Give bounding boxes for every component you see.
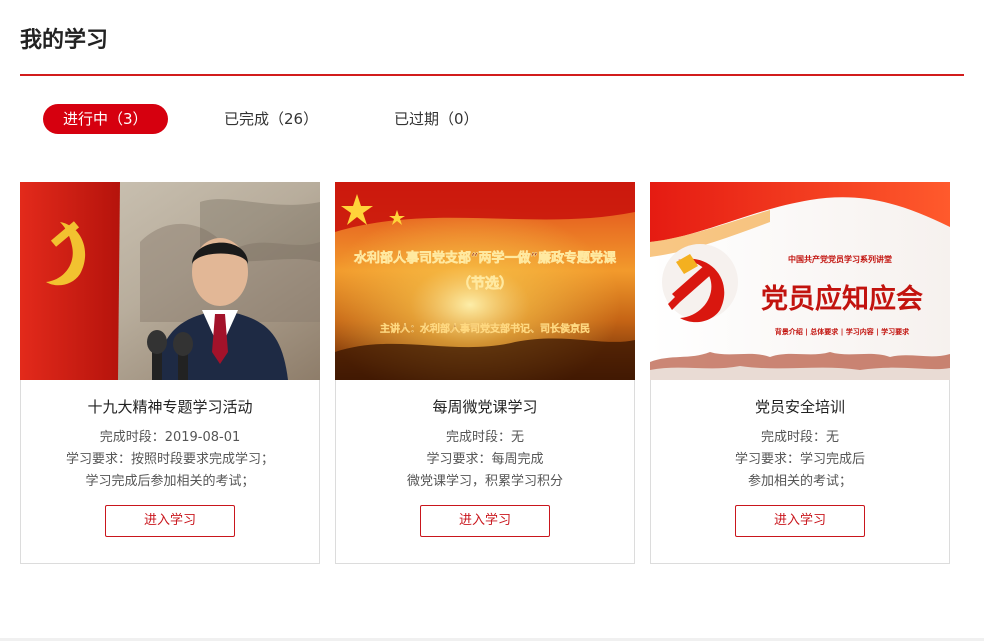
banner-subtitle-text: （节选） [457,275,513,292]
enter-study-button[interactable]: 进入学习 [420,505,550,537]
banner-title-text: 水利部人事司党支部“两学一做”廉政专题党课 [354,250,617,266]
banner-headline-text: 党员应知应会 [761,283,923,315]
enter-study-button[interactable]: 进入学习 [735,505,865,537]
course-info: 完成时段：无 学习要求：学习完成后 参加相关的考试； [661,427,939,493]
course-requirement: 学习要求：学习完成后 [734,452,865,467]
course-info: 完成时段：无 学习要求：每周完成 微党课学习，积累学习积分 [346,427,624,493]
enter-study-button[interactable]: 进入学习 [105,505,235,537]
course-thumbnail-image[interactable]: 中国共产党党员学习系列讲堂 党员应知应会 背景介绍 | 总体要求 | 学习内容 … [650,182,950,380]
course-requirement: 学习要求：每周完成 [426,452,544,467]
course-title: 十九大精神专题学习活动 [87,398,253,416]
course-card: 中国共产党党员学习系列讲堂 党员应知应会 背景介绍 | 总体要求 | 学习内容 … [650,182,950,564]
course-requirement: 参加相关的考试； [747,474,852,489]
speaker-photo [20,182,320,380]
course-title: 党员安全培训 [754,398,845,416]
course-requirement: 微党课学习，积累学习积分 [406,474,563,489]
party-lecture-banner: 中国共产党党员学习系列讲堂 党员应知应会 背景介绍 | 总体要求 | 学习内容 … [650,182,950,380]
tab-expired[interactable]: 已过期（0） [394,104,479,134]
course-requirement: 学习要求：按照时段要求完成学习； [65,452,274,467]
banner-sub-text: 背景介绍 | 总体要求 | 学习内容 | 学习要求 [775,327,910,337]
course-requirement: 学习完成后参加相关的考试； [85,474,255,489]
course-card: 十九大精神专题学习活动 完成时段：2019-08-01 学习要求：按照时段要求完… [20,182,320,564]
banner-speaker-text: 主讲人：水利部人事司党支部书记、司长侯京民 [380,322,590,335]
banner-series-text: 中国共产党党员学习系列讲堂 [788,254,892,264]
lecture-banner: 水利部人事司党支部“两学一做”廉政专题党课 （节选） 主讲人：水利部人事司党支部… [335,182,635,380]
course-thumbnail-image[interactable] [20,182,320,380]
course-period: 完成时段：无 [760,430,839,445]
tab-in-progress[interactable]: 进行中（3） [43,104,168,134]
course-card: 水利部人事司党支部“两学一做”廉政专题党课 （节选） 主讲人：水利部人事司党支部… [335,182,635,564]
course-thumbnail-image[interactable]: 水利部人事司党支部“两学一做”廉政专题党课 （节选） 主讲人：水利部人事司党支部… [335,182,635,380]
page-header: 我的学习 [20,0,964,76]
course-period: 完成时段：无 [445,430,524,445]
tab-completed[interactable]: 已完成（26） [224,104,318,134]
course-info: 完成时段：2019-08-01 学习要求：按照时段要求完成学习； 学习完成后参加… [31,427,309,493]
course-title: 每周微党课学习 [432,398,538,416]
page-title: 我的学习 [20,28,109,53]
course-period: 完成时段：2019-08-01 [99,430,241,445]
